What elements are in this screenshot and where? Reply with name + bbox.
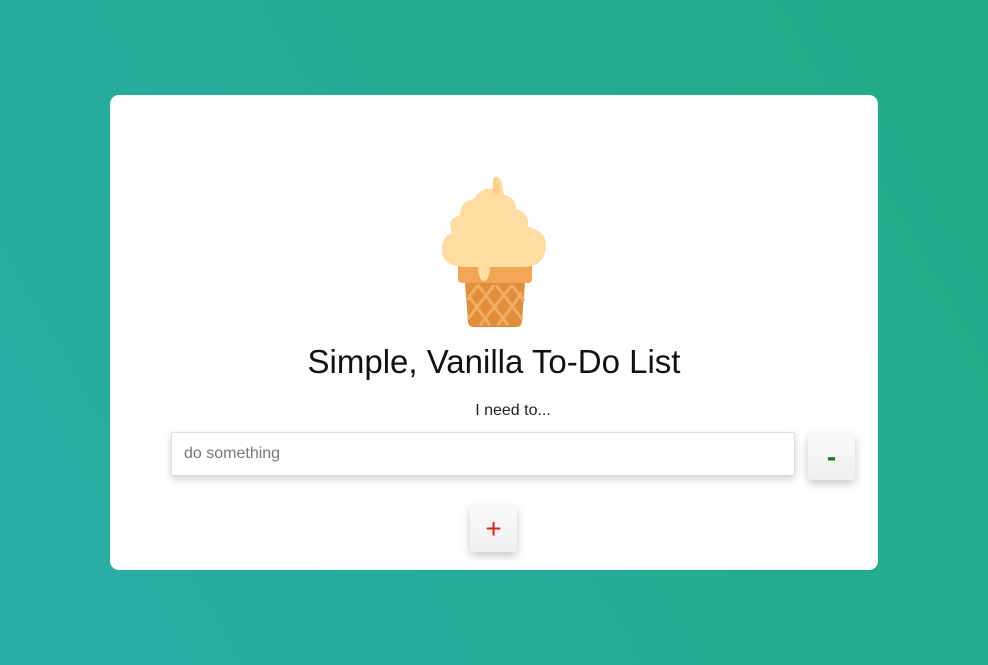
task-input[interactable] [171,432,795,476]
ice-cream-cone-icon [441,176,546,327]
add-task-button[interactable]: + [470,505,517,552]
remove-task-button[interactable]: - [808,433,855,480]
page-title: Simple, Vanilla To-Do List [307,343,681,380]
task-prompt-label: I need to... [475,402,551,419]
todo-card: Simple, Vanilla To-Do List I need to... … [110,95,878,570]
